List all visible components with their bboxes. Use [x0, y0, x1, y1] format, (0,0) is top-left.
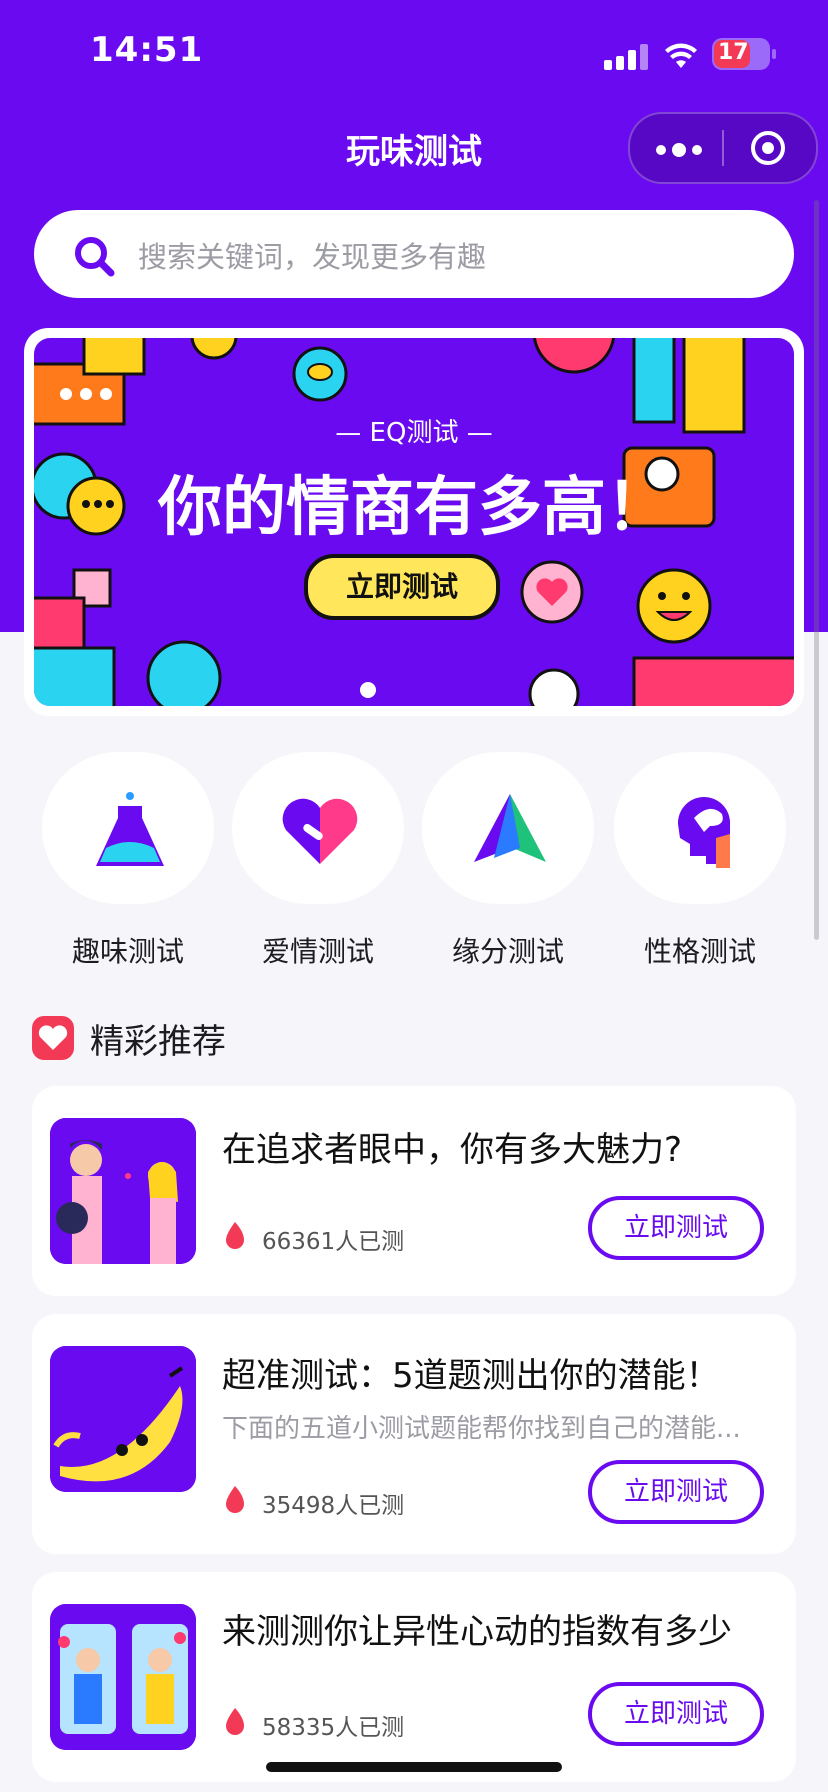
test-title: 来测测你让异性心动的指数有多少	[222, 1612, 732, 1652]
triangle-icon	[474, 794, 546, 862]
more-icon[interactable]	[656, 132, 726, 164]
test-description: 下面的五道小测试题能帮你找到自己的潜能...	[222, 1414, 741, 1444]
scrollbar[interactable]	[814, 200, 819, 940]
heart-icon	[282, 798, 358, 864]
category-fate-test[interactable]: 缘分测试	[420, 752, 596, 972]
category-label: 趣味测试	[71, 935, 184, 968]
wifi-icon	[665, 43, 697, 68]
category-love-test[interactable]: 爱情测试	[230, 752, 406, 972]
start-test-button[interactable]: 立即测试	[588, 1196, 764, 1260]
cellular-signal-icon	[604, 42, 648, 70]
status-time: 14:51	[90, 30, 204, 70]
banner-artwork: — EQ测试 — 你的情商有多高！ 立即测试	[34, 338, 794, 706]
battery-level: 17	[718, 40, 749, 65]
mini-program-capsule	[628, 112, 818, 184]
category-row: 趣味测试 爱情测试 缘分测试 性格测试	[0, 752, 828, 972]
test-title: 超准测试：5道题测出你的潜能！	[222, 1356, 720, 1396]
category-fun-test[interactable]: 趣味测试	[40, 752, 216, 972]
test-title: 在追求者眼中，你有多大魅力?	[222, 1130, 683, 1170]
test-card[interactable]: 超准测试：5道题测出你的潜能！ 下面的五道小测试题能帮你找到自己的潜能... 3…	[32, 1314, 796, 1554]
test-count: 66361人已测	[262, 1229, 405, 1255]
category-circle	[422, 752, 594, 904]
banner-test-button[interactable]: 立即测试	[304, 554, 500, 620]
banner-headline: 你的情商有多高！	[158, 471, 670, 545]
test-thumbnail	[50, 1346, 196, 1492]
category-circle	[232, 752, 404, 904]
status-bar: 14:51 17	[0, 0, 828, 100]
heart-badge-icon	[32, 1016, 74, 1060]
battery-icon: 17	[712, 38, 776, 70]
section-title: 精彩推荐	[90, 1022, 226, 1062]
category-circle	[42, 752, 214, 904]
banner-tag: — EQ测试 —	[335, 418, 493, 448]
capsule-divider	[722, 130, 724, 166]
start-test-button[interactable]: 立即测试	[588, 1460, 764, 1524]
category-label: 性格测试	[643, 935, 756, 968]
category-label: 爱情测试	[261, 935, 374, 968]
fire-icon	[226, 1486, 244, 1513]
flask-icon	[96, 792, 164, 866]
fire-icon	[226, 1708, 244, 1735]
home-indicator[interactable]	[266, 1762, 562, 1772]
test-card[interactable]: 来测测你让异性心动的指数有多少 58335人已测 立即测试	[32, 1572, 796, 1782]
category-circle	[614, 752, 786, 904]
test-thumbnail	[50, 1118, 196, 1264]
test-card[interactable]: 在追求者眼中，你有多大魅力? 66361人已测 立即测试	[32, 1086, 796, 1296]
search-bar[interactable]: 搜索关键词，发现更多有趣	[34, 210, 794, 298]
test-count: 35498人已测	[262, 1493, 405, 1519]
eq-test-banner[interactable]: — EQ测试 — 你的情商有多高！ 立即测试	[24, 328, 804, 716]
test-thumbnail	[50, 1604, 196, 1750]
fire-icon	[226, 1222, 244, 1249]
search-placeholder: 搜索关键词，发现更多有趣	[138, 240, 487, 274]
category-label: 缘分测试	[451, 935, 564, 968]
start-test-button[interactable]: 立即测试	[588, 1682, 764, 1746]
head-icon	[677, 796, 730, 868]
close-target-icon[interactable]	[750, 130, 786, 166]
test-count: 58335人已测	[262, 1715, 405, 1741]
category-personality-test[interactable]: 性格测试	[612, 752, 788, 972]
search-icon	[75, 237, 115, 277]
